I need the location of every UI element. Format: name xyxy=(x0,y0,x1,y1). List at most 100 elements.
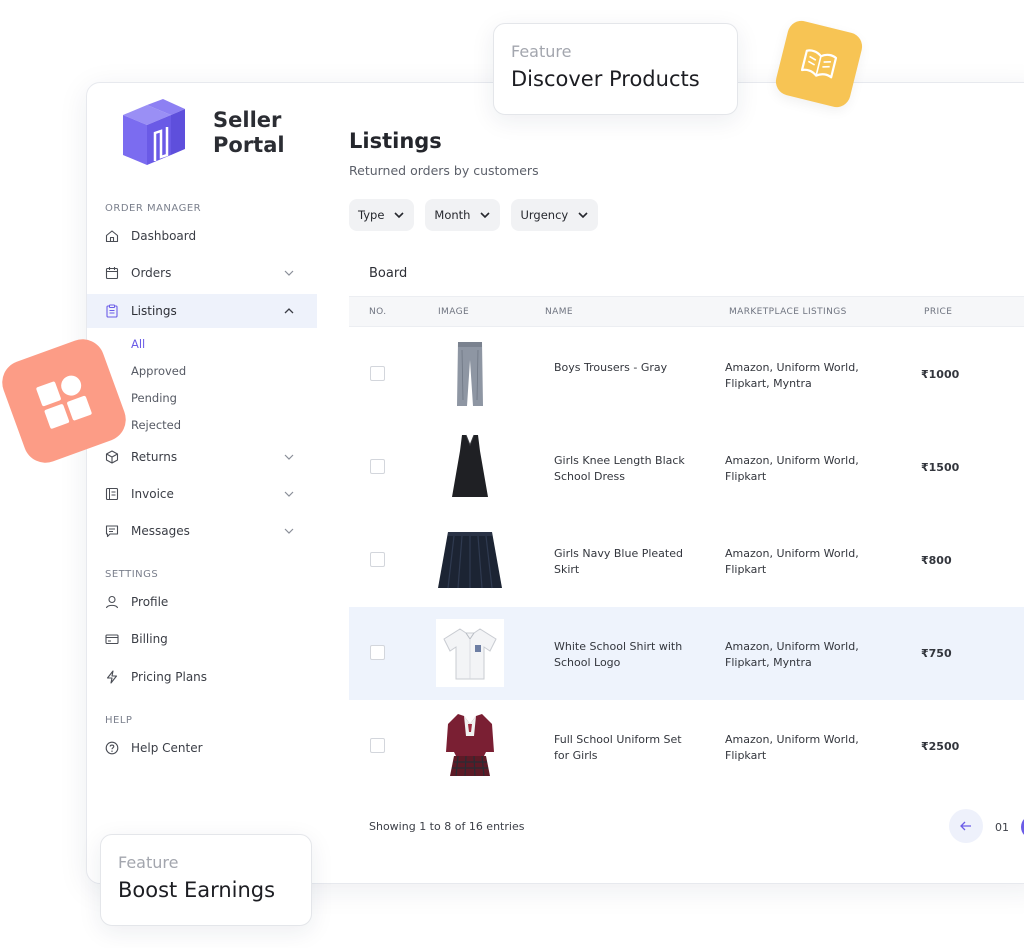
row-checkbox[interactable] xyxy=(370,366,385,381)
section-settings: SETTINGS xyxy=(105,569,159,580)
home-icon xyxy=(105,230,119,243)
product-name[interactable]: White School Shirt with School Logo xyxy=(554,639,694,671)
calendar-icon xyxy=(105,267,119,280)
table-row[interactable]: Full School Uniform Set for Girls Amazon… xyxy=(349,700,1024,793)
column-header-name[interactable]: NAME xyxy=(545,307,573,317)
skirt-image xyxy=(436,526,504,594)
feature-title: Boost Earnings xyxy=(118,878,276,902)
filter-label: Urgency xyxy=(520,208,569,222)
chevron-down-icon xyxy=(284,491,294,497)
grid-shapes-icon xyxy=(36,375,92,429)
sidebar-item-returns[interactable]: Returns xyxy=(87,440,317,474)
product-price: ₹1000 xyxy=(921,368,960,381)
product-name[interactable]: Girls Knee Length Black School Dress xyxy=(554,453,694,485)
row-checkbox[interactable] xyxy=(370,645,385,660)
chevron-down-icon xyxy=(480,212,491,219)
filter-bar: Type Month Urgency xyxy=(349,199,599,231)
page-number[interactable]: 01 xyxy=(995,821,1009,834)
sidebar-item-label: Profile xyxy=(131,595,169,609)
product-marketplaces: Amazon, Uniform World, Flipkart, Myntra xyxy=(725,361,859,390)
pagination-summary: Showing 1 to 8 of 16 entries xyxy=(369,820,525,833)
box-logo-icon xyxy=(123,99,185,165)
product-price: ₹750 xyxy=(921,647,952,660)
product-marketplaces: Amazon, Uniform World, Flipkart xyxy=(725,733,859,762)
row-checkbox[interactable] xyxy=(370,552,385,567)
page-subtitle: Returned orders by customers xyxy=(349,163,539,178)
filter-type[interactable]: Type xyxy=(349,199,415,231)
clipboard-icon xyxy=(106,304,118,318)
table-row[interactable]: Boys Trousers - Gray Amazon, Uniform Wor… xyxy=(349,328,1024,421)
listings-sub-pending[interactable]: Pending xyxy=(131,391,177,405)
lightning-icon xyxy=(106,670,118,684)
table-row[interactable]: White School Shirt with School Logo Amaz… xyxy=(349,607,1024,700)
chevron-down-icon xyxy=(394,212,404,219)
column-header-image[interactable]: IMAGE xyxy=(438,307,469,317)
chevron-down-icon xyxy=(284,528,294,534)
sidebar-item-label: Dashboard xyxy=(131,229,197,243)
uniform-image xyxy=(436,712,504,780)
section-help: HELP xyxy=(105,715,133,726)
product-name[interactable]: Boys Trousers - Gray xyxy=(554,360,694,376)
product-name[interactable]: Full School Uniform Set for Girls xyxy=(554,732,694,764)
sidebar-item-pricing-plans[interactable]: Pricing Plans xyxy=(87,660,317,694)
arrow-left-icon xyxy=(960,821,971,831)
chevron-down-icon xyxy=(284,270,294,276)
column-header-no[interactable]: NO. xyxy=(369,307,387,317)
product-marketplaces: Amazon, Uniform World, Flipkart, Myntra xyxy=(725,640,859,669)
seller-portal-window: Seller Portal ORDER MANAGER Dashboard Or… xyxy=(86,82,1024,884)
sidebar-item-orders[interactable]: Orders xyxy=(87,256,317,290)
page-title: Listings xyxy=(349,129,442,153)
sidebar-item-billing[interactable]: Billing xyxy=(87,622,317,656)
feature-label: Feature xyxy=(118,853,179,872)
invoice-icon xyxy=(105,487,119,501)
trousers-image xyxy=(436,340,504,408)
sidebar-item-invoice[interactable]: Invoice xyxy=(87,477,317,511)
sidebar-item-label: Orders xyxy=(131,266,172,280)
sidebar-item-profile[interactable]: Profile xyxy=(87,585,317,619)
product-marketplaces: Amazon, Uniform World, Flipkart xyxy=(725,454,859,483)
chevron-down-icon xyxy=(578,212,588,219)
sidebar-item-label: Pricing Plans xyxy=(131,670,208,684)
listings-sub-all[interactable]: All xyxy=(131,337,145,351)
listings-sub-rejected[interactable]: Rejected xyxy=(131,418,181,432)
row-checkbox[interactable] xyxy=(370,459,385,474)
sidebar-item-help-center[interactable]: Help Center xyxy=(87,731,317,765)
table-row[interactable]: Girls Knee Length Black School Dress Ama… xyxy=(349,421,1024,514)
listings-sub-approved[interactable]: Approved xyxy=(131,364,186,378)
sidebar-item-label: Messages xyxy=(131,524,190,538)
product-marketplaces: Amazon, Uniform World, Flipkart xyxy=(725,547,859,576)
filter-label: Type xyxy=(358,208,385,222)
sidebar-item-dashboard[interactable]: Dashboard xyxy=(87,219,317,253)
sidebar-item-label: Returns xyxy=(131,450,178,464)
previous-page-button[interactable] xyxy=(949,809,983,843)
sidebar: Seller Portal ORDER MANAGER Dashboard Or… xyxy=(87,83,317,883)
product-price: ₹800 xyxy=(921,554,952,567)
chevron-down-icon xyxy=(284,454,294,460)
table-header: NO. IMAGE NAME MARKETPLACE LISTINGS PRIC… xyxy=(349,296,1024,327)
row-checkbox[interactable] xyxy=(370,738,385,753)
main-content: Listings Returned orders by customers Ty… xyxy=(349,83,1024,883)
column-header-marketplace[interactable]: MARKETPLACE LISTINGS xyxy=(729,307,847,317)
sidebar-item-label: Listings xyxy=(131,304,177,318)
sidebar-item-label: Billing xyxy=(131,632,168,646)
sidebar-item-messages[interactable]: Messages xyxy=(87,514,317,548)
shirt-image xyxy=(436,619,504,687)
section-order-manager: ORDER MANAGER xyxy=(105,203,202,214)
message-icon xyxy=(105,525,119,538)
sidebar-item-listings[interactable]: Listings xyxy=(87,294,317,328)
product-name[interactable]: Girls Navy Blue Pleated Skirt xyxy=(554,546,694,578)
dress-image xyxy=(436,433,504,501)
package-icon xyxy=(105,450,119,464)
board-label: Board xyxy=(369,266,408,281)
feature-card-discover: Feature Discover Products xyxy=(493,23,738,115)
column-header-price[interactable]: PRICE xyxy=(924,307,952,317)
table-row[interactable]: Girls Navy Blue Pleated Skirt Amazon, Un… xyxy=(349,514,1024,607)
help-circle-icon xyxy=(105,741,119,755)
credit-card-icon xyxy=(105,634,119,645)
filter-month[interactable]: Month xyxy=(425,199,501,231)
product-price: ₹2500 xyxy=(921,740,960,753)
filter-urgency[interactable]: Urgency xyxy=(511,199,599,231)
brand[interactable]: Seller Portal xyxy=(117,97,293,169)
feature-label: Feature xyxy=(511,42,572,61)
user-icon xyxy=(105,595,119,609)
